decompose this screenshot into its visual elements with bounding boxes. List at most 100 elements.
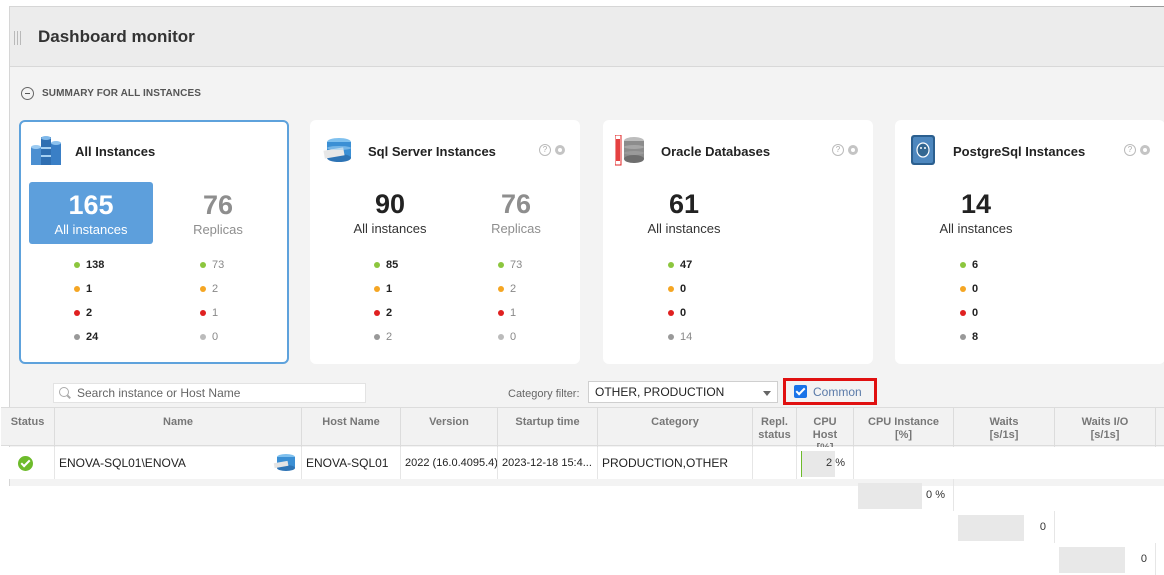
postgres-all-instances-tile[interactable]: 14 All instances	[914, 188, 1038, 238]
common-checkbox-highlight: Common	[783, 378, 877, 405]
replica-stat-warning[interactable]: 2	[498, 282, 516, 296]
search-box[interactable]	[53, 383, 366, 403]
help-icon[interactable]: ?	[1124, 144, 1136, 156]
stat-unknown[interactable]: 14	[668, 330, 692, 344]
stat-warning[interactable]: 0	[960, 282, 978, 296]
stat-ok[interactable]: 6	[960, 258, 978, 272]
replica-stat-critical[interactable]: 1	[498, 306, 516, 320]
column-header-category[interactable]: Category	[598, 408, 753, 447]
stat-value: 0	[212, 331, 219, 343]
chevron-down-icon[interactable]	[763, 391, 771, 396]
help-icon[interactable]: ?	[832, 144, 844, 156]
card-all-instances[interactable]: All Instances 165 All instances 76 Repli…	[19, 120, 289, 364]
cpu-host-value: 2 %	[826, 457, 845, 469]
sql-server-icon	[322, 135, 356, 167]
stat-warning[interactable]: 1	[374, 282, 392, 296]
replica-stat-unknown[interactable]: 0	[498, 330, 516, 344]
stat-value: 2	[86, 307, 93, 319]
sql-all-instances-tile[interactable]: 90 All instances	[328, 188, 452, 238]
column-header-waits-io[interactable]: Waits I/O [s/1s]	[1055, 408, 1156, 447]
column-header-status[interactable]: Status	[1, 408, 55, 447]
stat-unknown[interactable]: 8	[960, 330, 978, 344]
common-label[interactable]: Common	[813, 385, 862, 399]
all-instances-count-tile[interactable]: 165 All instances	[29, 182, 153, 244]
stat-warning[interactable]: 0	[668, 282, 686, 296]
warning-dot-icon	[74, 286, 80, 292]
gear-icon[interactable]	[1139, 144, 1151, 156]
column-header-cpu-host[interactable]: CPU Host [%]	[797, 408, 854, 447]
warning-dot-icon	[200, 286, 206, 292]
oracle-all-instances-tile[interactable]: 61 All instances	[622, 188, 746, 238]
version-cell: 2022 (16.0.4095.4)	[401, 447, 498, 479]
stat-warning[interactable]: 1	[74, 282, 92, 296]
summary-section-toggle[interactable]: SUMMARY FOR ALL INSTANCES	[21, 85, 201, 101]
column-header-startup-time[interactable]: Startup time	[498, 408, 598, 447]
category-filter-select[interactable]: OTHER, PRODUCTION	[588, 381, 778, 403]
stat-critical[interactable]: 0	[960, 306, 978, 320]
stat-value: 8	[972, 331, 979, 343]
replica-stat-ok[interactable]: 73	[200, 258, 224, 272]
stat-value: 73	[510, 259, 523, 271]
collapse-icon[interactable]	[21, 86, 34, 100]
common-checkbox[interactable]	[794, 385, 807, 398]
unknown-dot-icon	[498, 334, 504, 340]
page-title: Dashboard monitor	[38, 27, 195, 46]
card-oracle-databases[interactable]: Oracle Databases ? 61 All instances 47 0…	[603, 120, 873, 364]
stat-value: 47	[680, 259, 693, 271]
category-filter-label: Category filter:	[508, 388, 580, 400]
stat-critical[interactable]: 0	[668, 306, 686, 320]
filter-toolbar: Category filter: OTHER, PRODUCTION Commo…	[10, 378, 1164, 406]
waits-io-cell: 0	[1055, 543, 1156, 575]
oracle-all-instances-label: All instances	[647, 221, 721, 236]
search-input[interactable]	[75, 385, 355, 401]
all-instances-label: All instances	[54, 222, 128, 237]
table-row[interactable]: ENOVA-SQL01\ENOVA ENOVA-SQL01 2022 (16.0…	[1, 447, 1164, 575]
card-sql-server-instances[interactable]: Sql Server Instances ? 90 All instances …	[310, 120, 580, 364]
replicas-label: Replicas	[193, 222, 243, 237]
card-title: Sql Server Instances	[368, 143, 496, 159]
stat-unknown[interactable]: 2	[374, 330, 392, 344]
critical-dot-icon	[374, 310, 380, 316]
ok-dot-icon	[374, 262, 380, 268]
stat-ok[interactable]: 85	[374, 258, 398, 272]
stat-critical[interactable]: 2	[74, 306, 92, 320]
replicas-count-tile[interactable]: 76 Replicas	[156, 189, 280, 239]
column-header-cpu-instance[interactable]: CPU Instance [%]	[854, 408, 954, 447]
card-title: All Instances	[75, 143, 156, 159]
critical-dot-icon	[200, 310, 206, 316]
stat-value: 138	[86, 259, 105, 271]
replica-stat-critical[interactable]: 1	[200, 306, 218, 320]
replica-stat-warning[interactable]: 2	[200, 282, 218, 296]
column-header-host-name[interactable]: Host Name	[302, 408, 401, 447]
repl-status-cell	[753, 447, 797, 479]
replica-stat-unknown[interactable]: 0	[200, 330, 218, 344]
gear-icon[interactable]	[554, 144, 566, 156]
startup-time-cell: 2023-12-18 15:4...	[498, 447, 598, 479]
column-header-version[interactable]: Version	[401, 408, 498, 447]
column-header-waits[interactable]: Waits [s/1s]	[954, 408, 1055, 447]
card-postgresql-instances[interactable]: PostgreSql Instances ? 14 All instances …	[895, 120, 1164, 364]
stat-unknown[interactable]: 24	[74, 330, 98, 344]
oracle-all-instances-count: 61	[668, 189, 700, 219]
stat-value: 6	[972, 259, 979, 271]
critical-dot-icon	[498, 310, 504, 316]
gear-icon[interactable]	[847, 144, 859, 156]
sql-all-instances-label: All instances	[353, 221, 427, 236]
drag-handle-icon[interactable]	[14, 31, 22, 45]
cpu-host-cell: 2 %	[797, 447, 854, 479]
category-cell: PRODUCTION,OTHER	[598, 447, 753, 479]
replica-stat-ok[interactable]: 73	[498, 258, 522, 272]
column-header-name[interactable]: Name	[55, 408, 302, 447]
name-cell[interactable]: ENOVA-SQL01\ENOVA	[55, 447, 302, 479]
instance-name[interactable]: ENOVA-SQL01\ENOVA	[59, 456, 186, 470]
column-header-repl-status[interactable]: Repl. status	[753, 408, 797, 447]
postgres-all-instances-label: All instances	[939, 221, 1013, 236]
stat-ok[interactable]: 138	[74, 258, 104, 272]
help-icon[interactable]: ?	[539, 144, 551, 156]
stat-critical[interactable]: 2	[374, 306, 392, 320]
sql-replicas-tile[interactable]: 76 Replicas	[454, 188, 578, 238]
critical-dot-icon	[960, 310, 966, 316]
stat-ok[interactable]: 47	[668, 258, 692, 272]
stat-value: 1	[510, 307, 517, 319]
stat-value: 1	[86, 283, 93, 295]
